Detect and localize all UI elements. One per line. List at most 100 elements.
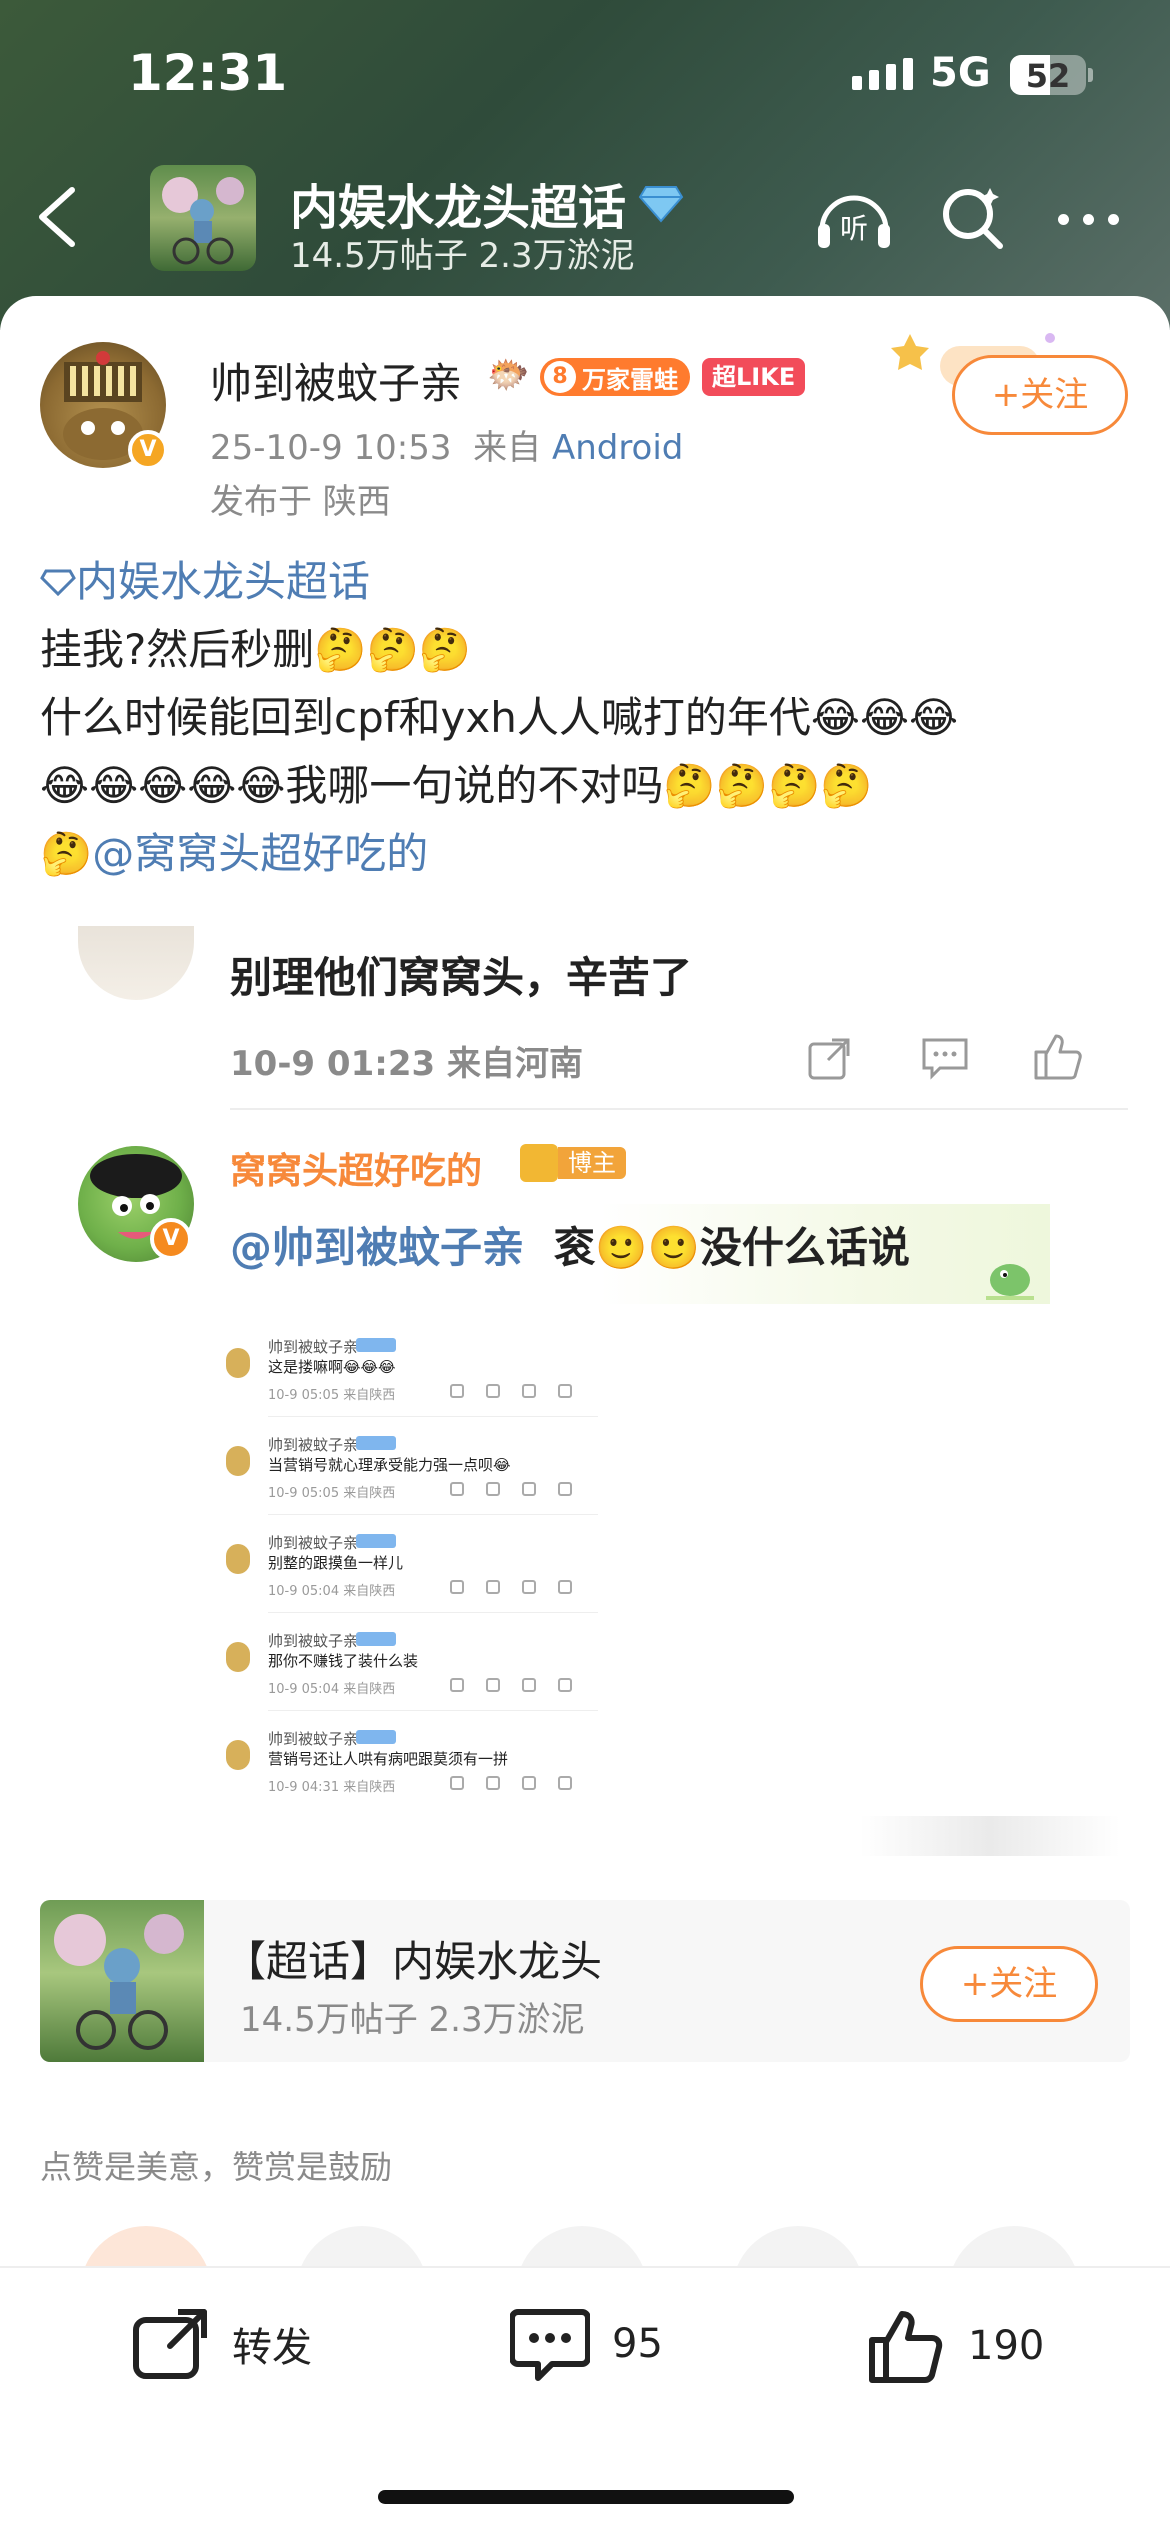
topic-stats: 14.5万帖子 2.3万淤泥 bbox=[290, 236, 635, 276]
post-source-prefix: 来自 bbox=[473, 428, 542, 468]
mini-tag bbox=[356, 1730, 396, 1744]
fish-badge-icon: 🐡 bbox=[487, 355, 530, 395]
topic-follow-button[interactable]: +关注 bbox=[920, 1946, 1098, 2022]
mini-action-icons bbox=[450, 1384, 572, 1398]
battery-level: 52 bbox=[1025, 57, 1071, 95]
divider bbox=[268, 1710, 598, 1711]
mini-action-icons bbox=[450, 1678, 572, 1692]
mini-tag bbox=[356, 1436, 396, 1450]
topic-card-image bbox=[40, 1900, 204, 2062]
comment-icon bbox=[510, 2309, 590, 2381]
mini-text: 当营销号就心理承受能力强一点呗😂 bbox=[268, 1456, 511, 1474]
topic-avatar[interactable] bbox=[150, 165, 256, 271]
battery-icon: 52 bbox=[1010, 55, 1086, 95]
mini-name: 帅到被蚊子亲 bbox=[268, 1632, 359, 1650]
topic-card-stats: 14.5万帖子 2.3万淤泥 bbox=[240, 2000, 585, 2040]
more-icon[interactable] bbox=[1058, 214, 1119, 225]
listen-icon[interactable]: 听 bbox=[812, 180, 896, 256]
mini-text: 那你不赚钱了装什么装 bbox=[268, 1652, 419, 1670]
mention-link[interactable]: @窝窝头超好吃的 bbox=[92, 829, 428, 878]
like-count: 190 bbox=[968, 2323, 1045, 2369]
mini-avatar bbox=[226, 1348, 250, 1378]
post-line-1: 挂我?然后秒删 bbox=[40, 625, 315, 674]
thinking-emoji-icon: 🤔 bbox=[40, 829, 93, 878]
author-name[interactable]: 帅到被蚊子亲 bbox=[210, 350, 462, 411]
search-icon[interactable] bbox=[938, 182, 1008, 252]
post-meta: 25-10-9 10:53 来自 Android bbox=[210, 420, 683, 469]
reward-hint: 点赞是美意，赞赏是鼓励 bbox=[40, 2148, 393, 2186]
topic-link[interactable]: 内娱水龙头超话 bbox=[40, 557, 370, 606]
embedded-comment-screenshot: 帅到被蚊子亲 这是搂嘛啊😂😂😂 10-9 05:05 来自陕西 帅到被蚊子亲 当… bbox=[222, 1336, 610, 1822]
repost-label: 转发 bbox=[232, 2325, 312, 2371]
mini-text: 这是搂嘛啊😂😂😂 bbox=[268, 1358, 396, 1376]
post-location: 发布于 陕西 bbox=[210, 482, 391, 522]
divider bbox=[268, 1612, 598, 1613]
mini-comment-item: 帅到被蚊子亲 营销号还让人哄有病吧跟莫须有一拼 10-9 04:31 来自陕西 bbox=[222, 1728, 610, 1824]
divider bbox=[268, 1416, 598, 1417]
topic-card-title: 【超话】内娱水龙头 bbox=[224, 1937, 603, 1986]
reply-text-b: 没什么话说 bbox=[699, 1223, 910, 1272]
mini-action-icons bbox=[450, 1482, 572, 1496]
topic-card[interactable]: 【超话】内娱水龙头 14.5万帖子 2.3万淤泥 +关注 bbox=[40, 1900, 1130, 2062]
mini-tag bbox=[356, 1534, 396, 1548]
mini-tag bbox=[356, 1338, 396, 1352]
svg-text:听: 听 bbox=[840, 212, 868, 245]
repost-icon bbox=[133, 2309, 207, 2379]
blurred-area bbox=[860, 1816, 1120, 1856]
mini-comment-item: 帅到被蚊子亲 那你不赚钱了装什么装 10-9 05:04 来自陕西 bbox=[222, 1630, 610, 1726]
divider bbox=[268, 1514, 598, 1515]
mini-name: 帅到被蚊子亲 bbox=[268, 1730, 359, 1748]
network-label: 5G bbox=[930, 50, 991, 96]
reply-verified-badge: V bbox=[150, 1218, 192, 1260]
mini-name: 帅到被蚊子亲 bbox=[268, 1338, 359, 1356]
thinking-emoji-icon: 🤔🤔🤔🤔 bbox=[663, 761, 873, 810]
mini-name: 帅到被蚊子亲 bbox=[268, 1436, 359, 1454]
reply-mention: @帅到被蚊子亲 bbox=[230, 1223, 525, 1272]
reward-avatars bbox=[80, 2226, 1120, 2358]
like-button[interactable]: 190 bbox=[866, 2306, 1044, 2386]
comment-meta: 10-9 01:23 来自河南 bbox=[230, 1044, 583, 1084]
post-line-3: 我哪一句说的不对吗 bbox=[285, 761, 664, 810]
mini-action-icons bbox=[450, 1580, 572, 1594]
comment-count: 95 bbox=[612, 2321, 663, 2367]
mini-avatar bbox=[226, 1544, 250, 1574]
mini-avatar bbox=[226, 1740, 250, 1770]
diamond-icon bbox=[40, 569, 76, 597]
mini-meta: 10-9 05:04 来自陕西 bbox=[268, 1682, 396, 1697]
back-icon[interactable] bbox=[32, 182, 82, 252]
reply-text-a: 衮 bbox=[553, 1223, 596, 1272]
repost-button[interactable]: 转发 bbox=[130, 2306, 312, 2382]
mini-avatar bbox=[226, 1642, 250, 1672]
post-content: 内娱水龙头超话 挂我?然后秒删🤔🤔🤔 什么时候能回到cpf和yxh人人喊打的年代… bbox=[40, 548, 1140, 888]
confused-emoji-icon: 🤔🤔🤔 bbox=[314, 625, 472, 674]
topic-header: 12:31 5G 52 内娱水龙头超话 14.5万帖子 2.3万淤泥 听 bbox=[0, 0, 1170, 330]
comment-button[interactable]: 95 bbox=[510, 2306, 663, 2382]
mini-text: 别整的跟摸鱼一样儿 bbox=[268, 1554, 404, 1572]
mini-text: 营销号还让人哄有病吧跟莫须有一拼 bbox=[268, 1750, 509, 1768]
comment-icon bbox=[920, 1036, 970, 1082]
super-like-badge[interactable]: 超LIKE bbox=[702, 358, 806, 396]
signal-icon bbox=[852, 58, 913, 90]
dinosaur-icon bbox=[980, 1244, 1040, 1304]
fan-level-badge[interactable]: 8 万家雷蛙 bbox=[540, 358, 690, 396]
battery-tip bbox=[1088, 68, 1093, 82]
crown-icon bbox=[520, 1144, 558, 1182]
post-line-2: 什么时候能回到cpf和yxh人人喊打的年代 bbox=[40, 693, 811, 742]
owner-badge: 博主 bbox=[520, 1144, 626, 1182]
diamond-icon bbox=[638, 186, 684, 223]
owner-badge-label: 博主 bbox=[558, 1147, 626, 1179]
divider bbox=[230, 1108, 1128, 1110]
mini-action-icons bbox=[450, 1776, 572, 1790]
like-icon bbox=[1032, 1030, 1084, 1082]
home-indicator bbox=[378, 2490, 794, 2504]
mini-meta: 10-9 05:05 来自陕西 bbox=[268, 1388, 396, 1403]
post-time: 25-10-9 10:53 bbox=[210, 428, 452, 468]
like-icon bbox=[869, 2311, 943, 2383]
mini-comment-item: 帅到被蚊子亲 别整的跟摸鱼一样儿 10-9 05:04 来自陕西 bbox=[222, 1532, 610, 1628]
mini-comment-item: 帅到被蚊子亲 当营销号就心理承受能力强一点呗😂 10-9 05:05 来自陕西 bbox=[222, 1434, 610, 1530]
follow-button[interactable]: +关注 bbox=[952, 355, 1128, 435]
laugh-cry-emoji-icon: 😂😂😂😂😂 bbox=[40, 761, 286, 810]
smile-emoji-icon: 🙂🙂 bbox=[595, 1223, 700, 1272]
mini-meta: 10-9 04:31 来自陕西 bbox=[268, 1780, 396, 1795]
fan-badge-label: 万家雷蛙 bbox=[582, 365, 678, 394]
